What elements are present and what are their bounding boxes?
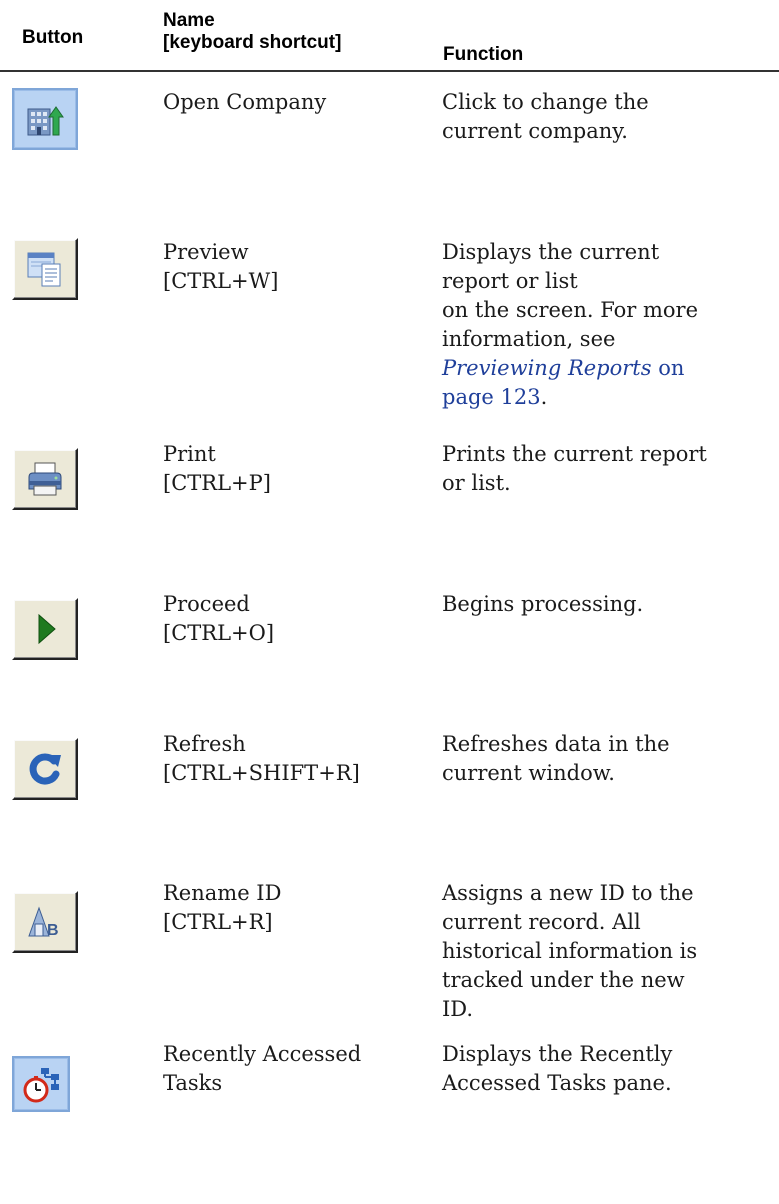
print-button[interactable] (12, 448, 78, 510)
column-header-button: Button (22, 27, 84, 48)
button-name-label: Proceed (163, 592, 250, 616)
button-name-label: Preview (163, 240, 249, 264)
function-line: current window. (442, 761, 615, 785)
function-line: Displays the Recently (442, 1042, 673, 1066)
sentence-period: . (540, 385, 548, 409)
column-header-function: Function (443, 44, 524, 65)
function-line: on the screen. For more (442, 298, 699, 322)
open-company-icon (27, 106, 64, 136)
button-name: Recently Accessed Tasks (163, 1040, 423, 1098)
function-line: historical information is (442, 939, 698, 963)
function-line: Accessed Tasks pane. (442, 1071, 672, 1095)
function-line: ID. (442, 997, 474, 1021)
rename-id-button[interactable]: B (12, 891, 78, 953)
function-line: Click to change the (442, 90, 649, 114)
button-function: Prints the current report or list. (442, 440, 772, 498)
keyboard-shortcut: [CTRL+R] (163, 910, 273, 934)
button-name-label: Rename ID (163, 881, 282, 905)
function-line: or list. (442, 471, 511, 495)
button-name-label: Recently Accessed (163, 1042, 362, 1066)
button-name: Proceed [CTRL+O] (163, 590, 423, 648)
proceed-button[interactable] (12, 598, 78, 660)
function-line: Displays the current (442, 240, 660, 264)
recently-accessed-tasks-button[interactable] (12, 1056, 70, 1112)
button-function: Displays the current report or list on t… (442, 238, 772, 412)
stopwatch-tasks-icon (23, 1068, 59, 1103)
column-header-name: Name [keyboard shortcut] (163, 10, 341, 54)
button-function: Displays the Recently Accessed Tasks pan… (442, 1040, 772, 1098)
button-name: Rename ID [CTRL+R] (163, 879, 423, 937)
button-name: Refresh [CTRL+SHIFT+R] (163, 730, 423, 788)
keyboard-shortcut: [CTRL+P] (163, 471, 271, 495)
function-line: current company. (442, 119, 628, 143)
svg-text:B: B (47, 922, 59, 939)
column-header-name-line1: Name (163, 10, 215, 31)
open-company-button[interactable] (12, 88, 78, 150)
function-line: report or list (442, 269, 578, 293)
cross-reference-page: page 123. (442, 383, 772, 412)
button-name: Open Company (163, 90, 327, 114)
keyboard-shortcut: [CTRL+SHIFT+R] (163, 761, 360, 785)
page-reference-link[interactable]: page 123 (442, 385, 541, 409)
function-line: information, see (442, 327, 616, 351)
function-line: Assigns a new ID to the (442, 881, 694, 905)
column-header-name-line2: [keyboard shortcut] (163, 32, 342, 53)
printer-icon (28, 462, 62, 496)
proceed-icon (38, 613, 56, 645)
keyboard-shortcut: [CTRL+W] (163, 269, 279, 293)
previewing-reports-link[interactable]: Previewing Reports (442, 356, 652, 380)
refresh-button[interactable] (12, 738, 78, 800)
function-line: current record. All (442, 910, 641, 934)
preview-icon (27, 252, 61, 287)
button-function: Begins processing. (442, 590, 772, 619)
header-divider (0, 70, 779, 72)
refresh-icon (29, 753, 61, 785)
function-line: Begins processing. (442, 592, 644, 616)
cross-reference: Previewing Reports on (442, 354, 772, 383)
keyboard-shortcut: [CTRL+O] (163, 621, 275, 645)
function-line: Prints the current report (442, 442, 707, 466)
rename-id-icon: B (28, 906, 59, 939)
button-name-label: Tasks (163, 1071, 223, 1095)
link-on-text: on (658, 356, 685, 380)
button-function: Refreshes data in the current window. (442, 730, 772, 788)
button-function: Assigns a new ID to the current record. … (442, 879, 772, 1024)
button-function: Click to change the current company. (442, 88, 772, 146)
preview-button[interactable] (12, 238, 78, 300)
function-line: Refreshes data in the (442, 732, 670, 756)
function-line: tracked under the new (442, 968, 685, 992)
button-name: Print [CTRL+P] (163, 440, 423, 498)
button-name-label: Refresh (163, 732, 246, 756)
button-name-label: Print (163, 442, 216, 466)
button-name: Preview [CTRL+W] (163, 238, 423, 296)
